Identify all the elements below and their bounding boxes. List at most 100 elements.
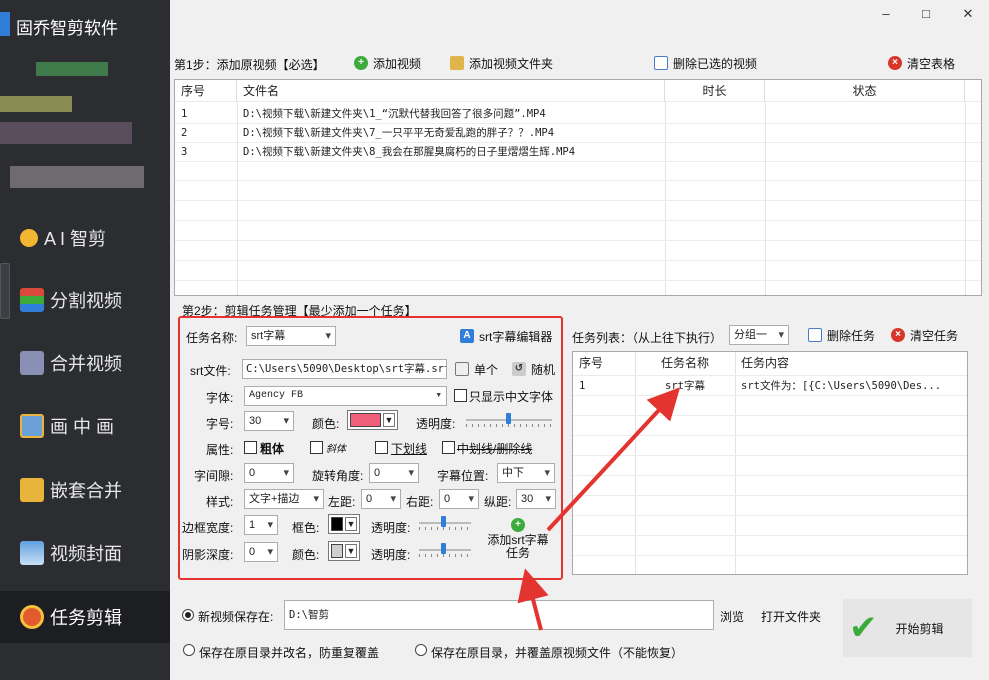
column-header[interactable]: 时长	[665, 80, 765, 102]
srt-editor-button[interactable]: A srt字幕编辑器	[460, 324, 552, 348]
underline-checkbox[interactable]	[375, 441, 388, 454]
table-row[interactable]: 1 srt字幕 srt文件为：[{C:\Users\5090\Des...	[573, 376, 967, 396]
delete-selected-label: 删除已选的视频	[673, 56, 758, 71]
shadow-opacity-slider[interactable]	[419, 543, 471, 557]
sidebar: 固乔智剪软件 A I 智剪 分割视频 合并视频 画 中 画 嵌套合并 视频封面 …	[0, 0, 170, 680]
nav-item-pip[interactable]: 画 中 画	[0, 400, 170, 452]
row-number: 3	[181, 146, 188, 158]
clear-tasks-button[interactable]: × 清空任务	[891, 323, 958, 347]
nav-label: 合并视频	[50, 354, 122, 374]
clear-table-button[interactable]: × 清空表格	[888, 51, 955, 75]
strikethrough-label: 中划线/删除线	[457, 442, 533, 456]
italic-label: 斜体	[326, 444, 346, 455]
task-number: 1	[579, 380, 586, 392]
nav-item-split[interactable]: 分割视频	[0, 274, 170, 326]
nav-label: 视频封面	[50, 544, 122, 564]
start-edit-label: 开始剪辑	[895, 621, 944, 636]
task-name: srt字幕	[665, 380, 705, 392]
browse-button[interactable]: 浏览	[720, 608, 744, 625]
single-file-button[interactable]: 单个	[455, 357, 498, 381]
save-overwrite-radio[interactable]	[415, 644, 427, 656]
shadow-depth-select[interactable]: 0	[244, 542, 278, 562]
font-select[interactable]: Agency FB	[244, 386, 447, 406]
vertical-margin-select[interactable]: 30	[516, 489, 556, 509]
style-label: 样式:	[206, 495, 234, 509]
letter-spacing-label: 字间隙:	[194, 469, 234, 483]
font-color-picker[interactable]: ▼	[347, 410, 398, 430]
strikethrough-checkbox[interactable]	[442, 441, 455, 454]
folder-add-icon	[450, 56, 464, 70]
row-number: 2	[181, 127, 188, 139]
delete-selected-button[interactable]: 删除已选的视频	[654, 51, 757, 75]
open-folder-button[interactable]: 打开文件夹	[761, 608, 821, 625]
nav-item-merge[interactable]: 合并视频	[0, 337, 170, 389]
font-color-swatch	[350, 413, 381, 427]
left-margin-select[interactable]: 0	[361, 489, 401, 509]
border-color-label: 框色:	[292, 521, 320, 535]
video-cover-icon	[20, 541, 44, 565]
font-size-select[interactable]: 30	[244, 411, 294, 431]
font-size-label: 字号:	[206, 417, 234, 431]
style-select[interactable]: 文字+描边	[244, 489, 324, 509]
nav-item-ai[interactable]: A I 智剪	[0, 212, 170, 264]
add-folder-button[interactable]: 添加视频文件夹	[450, 51, 553, 75]
column-header[interactable]: 序号	[573, 352, 635, 374]
right-margin-select[interactable]: 0	[439, 489, 479, 509]
nav-item-cover[interactable]: 视频封面	[0, 527, 170, 579]
bold-label: 粗体	[260, 442, 285, 456]
minimize-icon[interactable]: –	[876, 6, 896, 21]
app-logo-icon	[0, 12, 10, 36]
column-header[interactable]: 序号	[175, 80, 237, 102]
group-select[interactable]: 分组一	[729, 325, 789, 345]
table-row[interactable]: 3 D:\视频下载\新建文件夹\8_我会在那腥臭腐朽的日子里熠熠生辉.MP4	[175, 142, 981, 162]
ai-star-icon	[20, 229, 38, 247]
save-new-location-radio[interactable]	[182, 609, 194, 621]
delete-file-icon	[808, 328, 822, 342]
plus-circle-icon: +	[511, 518, 525, 532]
srt-editor-label: srt字幕编辑器	[479, 329, 553, 344]
blurred-account-info	[36, 62, 108, 76]
add-srt-task-button[interactable]: + 添加srt字幕 任务	[480, 514, 556, 564]
font-opacity-slider[interactable]	[466, 413, 552, 427]
nav-item-nest[interactable]: 嵌套合并	[0, 464, 170, 516]
column-header[interactable]: 文件名	[237, 80, 665, 102]
only-chinese-font-label: 只显示中文字体	[469, 390, 554, 404]
maximize-icon[interactable]: □	[916, 6, 936, 21]
delete-task-button[interactable]: 删除任务	[808, 323, 875, 347]
blurred-account-info	[0, 122, 132, 144]
chevron-down-icon: ▼	[345, 517, 357, 531]
start-edit-button[interactable]: ✔ 开始剪辑	[843, 599, 972, 657]
table-row[interactable]: 2 D:\视频下载\新建文件夹\7_一只平平无奇爱乱跑的胖子？？.MP4	[175, 123, 981, 143]
srt-file-input[interactable]: C:\Users\5090\Desktop\srt字幕.srt	[242, 359, 447, 379]
video-table[interactable]: 序号 文件名 时长 状态 1 D:\视频下载\新建文件夹\1_“沉默代替我回答了…	[174, 79, 982, 296]
italic-checkbox[interactable]	[310, 441, 323, 454]
blurred-account-info	[0, 96, 72, 112]
column-header[interactable]: 状态	[765, 80, 965, 102]
task-table[interactable]: 序号 任务名称 任务内容 1 srt字幕 srt文件为：[{C:\Users\5…	[572, 351, 968, 575]
subtitle-position-select[interactable]: 中下	[497, 463, 555, 483]
shadow-color-picker[interactable]: ▼	[328, 541, 360, 561]
bold-checkbox[interactable]	[244, 441, 257, 454]
only-chinese-font-checkbox[interactable]	[454, 389, 467, 402]
save-path-input[interactable]: D:\智剪	[284, 600, 714, 630]
row-number: 1	[181, 108, 188, 120]
border-color-picker[interactable]: ▼	[328, 514, 360, 534]
add-video-button[interactable]: + 添加视频	[354, 51, 421, 75]
letter-spacing-select[interactable]: 0	[244, 463, 294, 483]
nav-item-task-edit[interactable]: 任务剪辑	[0, 591, 170, 643]
random-file-button[interactable]: ↺ 随机	[512, 357, 555, 381]
add-video-label: 添加视频	[373, 56, 422, 71]
close-icon[interactable]: ✕	[958, 6, 978, 22]
task-name-select[interactable]: srt字幕	[246, 326, 336, 346]
shadow-color-swatch	[331, 544, 343, 558]
column-header[interactable]: 任务内容	[735, 352, 935, 374]
rotation-select[interactable]: 0	[369, 463, 419, 483]
border-width-select[interactable]: 1	[244, 515, 278, 535]
column-header[interactable]: 任务名称	[635, 352, 735, 374]
save-rename-radio[interactable]	[183, 644, 195, 656]
step1-title: 第1步：添加原视频【必选】	[174, 58, 325, 72]
table-row[interactable]: 1 D:\视频下载\新建文件夹\1_“沉默代替我回答了很多问题”.MP4	[175, 104, 981, 124]
random-icon: ↺	[512, 362, 526, 376]
border-opacity-slider[interactable]	[419, 516, 471, 530]
srt-file-label: srt文件:	[190, 364, 231, 378]
